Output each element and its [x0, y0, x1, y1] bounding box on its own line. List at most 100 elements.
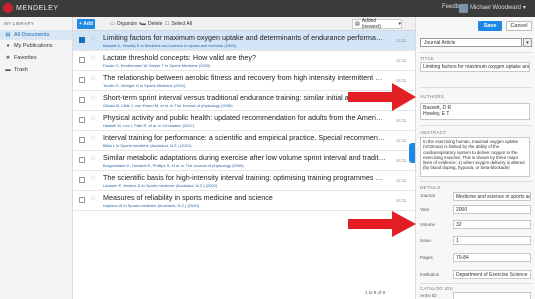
row-checkbox[interactable]: [79, 37, 85, 43]
favorite-star-icon[interactable]: ☆: [90, 135, 96, 142]
sort-label: Added (newest): [361, 18, 381, 30]
trash-icon: ▬: [141, 21, 146, 27]
abstract-heading: ABSTRACT: [420, 130, 447, 135]
select-all-button[interactable]: ☐ Select All: [163, 20, 194, 28]
star-icon: ★: [5, 55, 11, 61]
pages-field[interactable]: 70-84: [453, 253, 531, 262]
institution-label: Institution: [420, 272, 440, 277]
toolbar: + Add ▭ Organize ▾ ▬ Delete ☐ Select All…: [73, 17, 415, 31]
document-meta: Gibala M, Little J, van Essen M, et al. …: [103, 103, 233, 108]
year-field[interactable]: 2000: [453, 205, 531, 214]
favorite-star-icon[interactable]: ☆: [90, 115, 96, 122]
document-time: 14:11: [396, 158, 407, 163]
brand[interactable]: MENDELEY: [3, 3, 59, 13]
document-row[interactable]: ☆ Limiting factors for maximum oxygen up…: [73, 31, 415, 51]
row-checkbox[interactable]: [79, 57, 85, 63]
row-checkbox[interactable]: [79, 177, 85, 183]
row-checkbox[interactable]: [79, 137, 85, 143]
document-title: Measures of reliability in sports medici…: [103, 193, 273, 202]
document-meta: Faude O, Kindermann W, Meyer T in Sports…: [103, 63, 211, 68]
document-row[interactable]: ☆ Interval training for performance: a s…: [73, 131, 415, 151]
sidebar-item-trash[interactable]: ▬ Trash: [0, 65, 72, 75]
mendeley-logo-icon: [3, 3, 13, 13]
select-all-label: Select All: [171, 21, 193, 27]
title-heading: TITLE: [420, 56, 434, 61]
user-name: Michael Woodward: [470, 4, 521, 11]
document-type-select[interactable]: Journal Article: [420, 38, 522, 47]
library-heading: MY LIBRARY: [4, 21, 35, 26]
issue-field[interactable]: 1: [453, 236, 531, 245]
favorite-star-icon[interactable]: ☆: [90, 195, 96, 202]
document-meta: Bassett D, Howley E in Medicine and scie…: [103, 43, 236, 48]
document-meta: Tomlin D, Wenger H in Sports Medicine (2…: [103, 83, 186, 88]
document-meta: Haskell W, Lee I, Pate R, et al. in Circ…: [103, 123, 195, 128]
favorite-star-icon[interactable]: ☆: [90, 155, 96, 162]
sidebar: MY LIBRARY ▤ All Documents ● My Publicat…: [0, 17, 73, 299]
document-title: Limiting factors for maximum oxygen upta…: [103, 33, 386, 42]
document-time: 14:11: [396, 58, 407, 63]
row-checkbox[interactable]: [79, 77, 85, 83]
document-row[interactable]: ☆ The scientific basis for high-intensit…: [73, 171, 415, 191]
pagination-text: 1 to 9 of 9: [365, 290, 386, 295]
journal-field[interactable]: Medicine and science in sports and exerc…: [453, 192, 531, 201]
row-checkbox[interactable]: [79, 97, 85, 103]
document-row[interactable]: ☆ Similar metabolic adaptations during e…: [73, 151, 415, 171]
arxiv-label: ArXiv ID: [420, 293, 437, 298]
sidebar-item-label: Favorites: [14, 55, 37, 61]
user-menu[interactable]: Michael Woodward ▾: [470, 4, 526, 12]
document-row[interactable]: ☆ Physical activity and public health: u…: [73, 111, 415, 131]
authors-heading: AUTHORS: [420, 94, 445, 99]
avatar[interactable]: [459, 4, 468, 13]
institution-field[interactable]: Department of Exercise Science: [453, 270, 531, 279]
details-panel: Save Cancel Journal Article ▾ TITLE Limi…: [415, 17, 535, 299]
row-checkbox[interactable]: [79, 157, 85, 163]
sidebar-item-favorites[interactable]: ★ Favorites: [0, 53, 72, 63]
sidebar-item-my-publications[interactable]: ● My Publications: [0, 41, 72, 51]
sidebar-item-all-documents[interactable]: ▤ All Documents: [0, 30, 72, 40]
document-title: The relationship between aerobic fitness…: [103, 73, 386, 82]
red-arrow-authors: [348, 83, 416, 111]
cancel-button[interactable]: Cancel: [506, 21, 532, 31]
sidebar-item-label: Trash: [14, 67, 28, 73]
favorite-star-icon[interactable]: ☆: [90, 75, 96, 82]
divider: [420, 52, 532, 53]
chevron-down-icon[interactable]: ▾: [523, 38, 532, 47]
abstract-field[interactable]: In the exercising human, maximal oxygen …: [420, 137, 530, 177]
favorite-star-icon[interactable]: ☆: [90, 55, 96, 62]
issue-label: Issue: [420, 238, 431, 243]
app-name: MENDELEY: [16, 4, 59, 12]
document-title: Physical activity and public health: upd…: [103, 113, 386, 122]
sort-icon: ▤: [355, 21, 360, 27]
row-checkbox[interactable]: [79, 117, 85, 123]
document-title: Short-term sprint interval versus tradit…: [103, 93, 386, 102]
favorite-star-icon[interactable]: ☆: [90, 175, 96, 182]
delete-label: Delete: [148, 21, 163, 27]
document-title: The scientific basis for high-intensity …: [103, 173, 386, 182]
document-meta: Billat L in Sports medicine (Auckland, N…: [103, 143, 192, 148]
title-field[interactable]: Limiting factors for maximum oxygen upta…: [420, 62, 530, 72]
details-heading: DETAILS: [420, 185, 441, 190]
favorite-star-icon[interactable]: ☆: [90, 35, 96, 42]
document-row[interactable]: ☆ Measures of reliability in sports medi…: [73, 191, 415, 211]
document-title: Interval training for performance: a sci…: [103, 133, 386, 142]
volume-label: Volume: [420, 222, 436, 227]
favorite-star-icon[interactable]: ☆: [90, 95, 96, 102]
document-list: ☆ Limiting factors for maximum oxygen up…: [73, 31, 415, 299]
document-time: 14:11: [396, 198, 407, 203]
document-title: Similar metabolic adaptations during exe…: [103, 153, 386, 162]
document-row[interactable]: ☆ Lactate threshold concepts: How valid …: [73, 51, 415, 71]
add-button[interactable]: + Add: [77, 19, 95, 29]
document-meta: Hopkins W in Sports medicine (Auckland, …: [103, 203, 200, 208]
divider: [420, 181, 532, 182]
document-time: 14:11: [396, 38, 407, 43]
document-time: 14:11: [396, 138, 407, 143]
volume-field[interactable]: 32: [453, 220, 531, 229]
sort-dropdown[interactable]: ▤ Added (newest) ▾: [352, 18, 402, 30]
row-checkbox[interactable]: [79, 197, 85, 203]
journal-label: Journal: [420, 193, 435, 198]
arxiv-field[interactable]: [453, 292, 531, 299]
delete-button[interactable]: ▬ Delete: [139, 20, 164, 28]
authors-field[interactable]: Bassett, D R Howley, E T: [420, 103, 530, 120]
save-button[interactable]: Save: [478, 21, 502, 31]
document-title: Lactate threshold concepts: How valid ar…: [103, 53, 257, 62]
